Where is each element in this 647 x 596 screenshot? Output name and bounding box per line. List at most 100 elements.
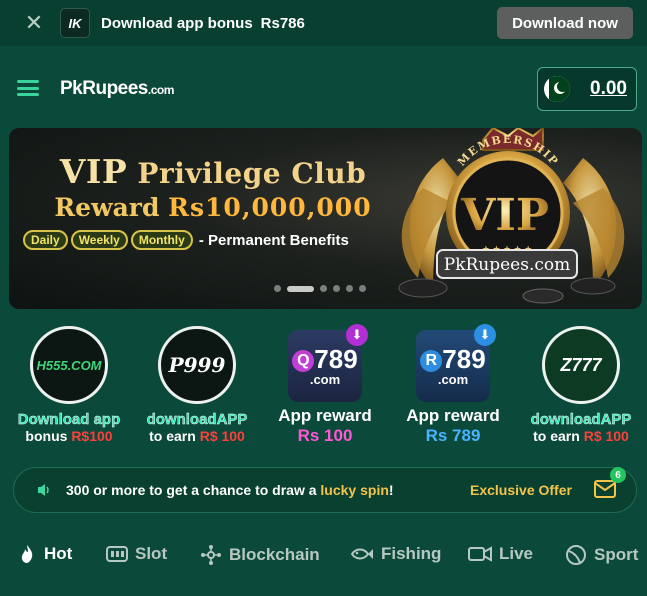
q789-logo-icon: Q 789 .com ⬇ bbox=[288, 324, 368, 402]
r789-logo-sub: .com bbox=[437, 371, 469, 387]
app-line2-highlight: R$ 100 bbox=[199, 428, 245, 444]
app-line2: to earn R$ 100 bbox=[137, 428, 257, 444]
pagination-dot[interactable] bbox=[333, 285, 340, 292]
app-line2: Rs 100 bbox=[297, 426, 353, 445]
pagination-dot[interactable] bbox=[346, 285, 353, 292]
app-line1: App reward bbox=[406, 406, 500, 425]
app-line1: Download app bbox=[17, 411, 121, 428]
z777-logo-text: Z777 bbox=[560, 354, 602, 375]
brand-name: PkRupees bbox=[60, 78, 148, 99]
banner-pagination bbox=[274, 285, 372, 292]
slot-machine-icon bbox=[106, 546, 128, 562]
r789-logo-letter: R bbox=[420, 349, 443, 372]
blockchain-icon bbox=[201, 545, 221, 565]
tab-sport[interactable]: Sport bbox=[565, 544, 638, 566]
marquee-text: 300 or more to get a chance to draw a lu… bbox=[66, 482, 456, 498]
r789-logo-number: 789 bbox=[442, 343, 486, 374]
download-icon[interactable]: ⬇ bbox=[474, 324, 496, 346]
app-line1: downloadAPP bbox=[146, 411, 248, 428]
pagination-dot[interactable] bbox=[320, 285, 327, 292]
brand-suffix: .com bbox=[147, 83, 175, 97]
marquee-text-after: ! bbox=[388, 482, 394, 498]
pagination-dot-active[interactable] bbox=[287, 285, 314, 292]
app-line1: App reward bbox=[278, 406, 372, 425]
notice-marquee[interactable]: 300 or more to get a chance to draw a lu… bbox=[13, 467, 637, 513]
banner-reward-label: Reward bbox=[54, 193, 160, 222]
vip-membership-badge: MEMBERSHIP VIP ★ ★ ★ ★ ★ PkRupees.com bbox=[398, 128, 625, 304]
tab-label: Sport bbox=[594, 545, 639, 564]
badge-vip-text: VIP bbox=[460, 190, 549, 241]
banner-reward: Reward Rs10,000,000 bbox=[23, 193, 403, 222]
banner-title: VIP Privilege Club bbox=[23, 152, 403, 191]
video-camera-icon bbox=[468, 546, 492, 562]
app-line2-highlight: R$ 100 bbox=[583, 428, 629, 444]
q789-logo-number: 789 bbox=[314, 343, 358, 374]
h555-logo-text: H555.COM bbox=[36, 357, 102, 373]
badge-ribbon-text: PkRupees.com bbox=[444, 255, 571, 275]
site-header: PkRupees.com 0.00 bbox=[0, 46, 647, 126]
pill-monthly: Monthly bbox=[130, 230, 193, 250]
tab-fishing[interactable]: Fishing bbox=[350, 544, 441, 564]
tab-live[interactable]: Live bbox=[468, 544, 533, 564]
app-line2: to earn R$ 100 bbox=[521, 428, 641, 444]
z777-logo-icon: Z777 bbox=[542, 326, 620, 404]
speaker-icon bbox=[38, 484, 49, 496]
app-p999[interactable]: P999 downloadAPP to earn R$ 100 bbox=[137, 326, 257, 444]
p999-logo-icon: P999 bbox=[158, 326, 236, 404]
p999-logo-text: P999 bbox=[168, 353, 226, 377]
tab-hot[interactable]: Hot bbox=[17, 544, 72, 564]
app-line2: bonus R$100 bbox=[9, 428, 129, 444]
banner-reward-amount: Rs10,000,000 bbox=[168, 193, 372, 222]
q789-logo-letter: Q bbox=[292, 349, 315, 372]
download-bonus-text: Download app bonus bbox=[101, 14, 253, 32]
pill-daily: Daily bbox=[23, 230, 68, 250]
category-tabs: Hot Slot Blockchain Fishing Live Sport bbox=[0, 536, 647, 576]
app-z777[interactable]: Z777 downloadAPP to earn R$ 100 bbox=[521, 326, 641, 444]
app-h555[interactable]: H555.COM Download app bonus R$100 bbox=[9, 326, 129, 444]
h555-logo-icon: H555.COM bbox=[30, 326, 108, 404]
app-line2-prefix: bonus bbox=[25, 428, 72, 444]
mail-count-badge: 6 bbox=[610, 467, 626, 483]
exclusive-offer-link[interactable]: Exclusive Offer bbox=[470, 482, 572, 498]
banner-title-vip: VIP bbox=[59, 152, 128, 191]
r789-logo-icon: R 789 .com ⬇ bbox=[416, 324, 496, 402]
tab-label: Live bbox=[499, 544, 534, 563]
banner-pills: Daily Weekly Monthly - Permanent Benefit… bbox=[23, 230, 403, 250]
tab-slot[interactable]: Slot bbox=[106, 544, 167, 564]
q789-logo-sub: .com bbox=[309, 371, 341, 387]
sport-ball-icon bbox=[566, 545, 586, 565]
marquee-text-highlight: lucky spin bbox=[320, 482, 389, 498]
tab-label: Fishing bbox=[381, 544, 442, 563]
tab-label: Blockchain bbox=[229, 545, 320, 564]
close-icon[interactable]: ✕ bbox=[24, 12, 44, 34]
app-r789[interactable]: R 789 .com ⬇ App reward Rs 789 bbox=[393, 324, 513, 446]
pagination-dot[interactable] bbox=[359, 285, 366, 292]
banner-benefit-text: - Permanent Benefits bbox=[198, 231, 349, 249]
app-q789[interactable]: Q 789 .com ⬇ App reward Rs 100 bbox=[265, 324, 385, 446]
tab-label: Slot bbox=[135, 544, 168, 563]
banner-title-rest: Privilege Club bbox=[137, 157, 367, 190]
tab-label: Hot bbox=[44, 544, 73, 563]
app-line1: downloadAPP bbox=[530, 411, 632, 428]
pagination-dot[interactable] bbox=[274, 285, 281, 292]
download-icon[interactable]: ⬇ bbox=[346, 324, 368, 346]
pill-weekly: Weekly bbox=[70, 230, 128, 250]
download-app-bar: ✕ IK Download app bonus Rs786 Download n… bbox=[0, 0, 647, 46]
promo-banner[interactable]: VIP Privilege Club Reward Rs10,000,000 D… bbox=[9, 128, 642, 309]
mail-icon[interactable] bbox=[594, 480, 616, 498]
fish-icon bbox=[350, 548, 373, 560]
hamburger-menu-icon[interactable] bbox=[17, 80, 39, 96]
app-line2-prefix: to earn bbox=[149, 428, 200, 444]
app-line2-highlight: R$100 bbox=[71, 428, 113, 444]
marquee-text-before: 300 or more to get a chance to draw a bbox=[66, 482, 321, 498]
brand-logo[interactable]: PkRupees.com bbox=[60, 78, 174, 100]
flame-icon bbox=[21, 545, 33, 563]
download-now-button[interactable]: Download now bbox=[497, 7, 633, 39]
download-bonus-amount: Rs786 bbox=[260, 14, 305, 32]
wallet-balance[interactable]: 0.00 bbox=[537, 67, 637, 111]
app-promo-row: H555.COM Download app bonus R$100 P999 d… bbox=[0, 324, 647, 446]
tab-blockchain[interactable]: Blockchain bbox=[200, 544, 320, 566]
app-line2: Rs 789 bbox=[425, 426, 481, 445]
app-logo: IK bbox=[60, 8, 90, 38]
app-line2-prefix: to earn bbox=[533, 428, 584, 444]
